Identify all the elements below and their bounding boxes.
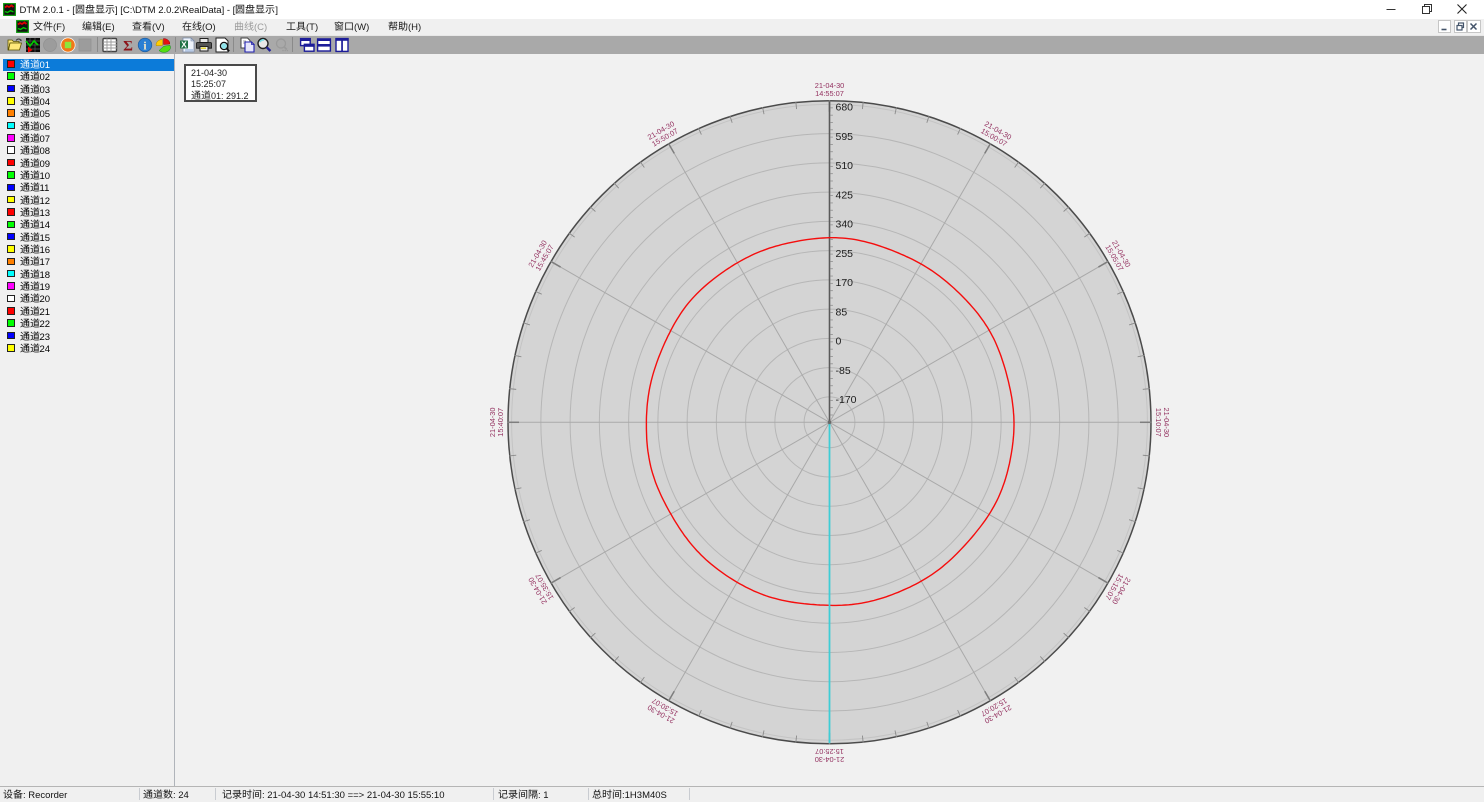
svg-text:425: 425 <box>836 189 854 201</box>
svg-text:15:40:07: 15:40:07 <box>496 407 505 436</box>
svg-text:15:25:07: 15:25:07 <box>815 746 844 755</box>
svg-text:595: 595 <box>836 130 854 142</box>
svg-text:15:10:07: 15:10:07 <box>1154 407 1163 436</box>
svg-text:170: 170 <box>836 277 854 289</box>
svg-text:-170: -170 <box>836 394 857 406</box>
svg-text:X: X <box>181 39 187 49</box>
svg-text:Σ: Σ <box>123 39 133 54</box>
svg-text:510: 510 <box>836 160 854 172</box>
svg-text:14:55:07: 14:55:07 <box>815 88 844 97</box>
svg-text:340: 340 <box>836 218 854 230</box>
svg-text:85: 85 <box>836 306 848 318</box>
svg-text:0: 0 <box>836 335 842 347</box>
svg-text:680: 680 <box>836 101 854 113</box>
svg-text:255: 255 <box>836 247 854 259</box>
svg-text:-85: -85 <box>836 364 851 376</box>
